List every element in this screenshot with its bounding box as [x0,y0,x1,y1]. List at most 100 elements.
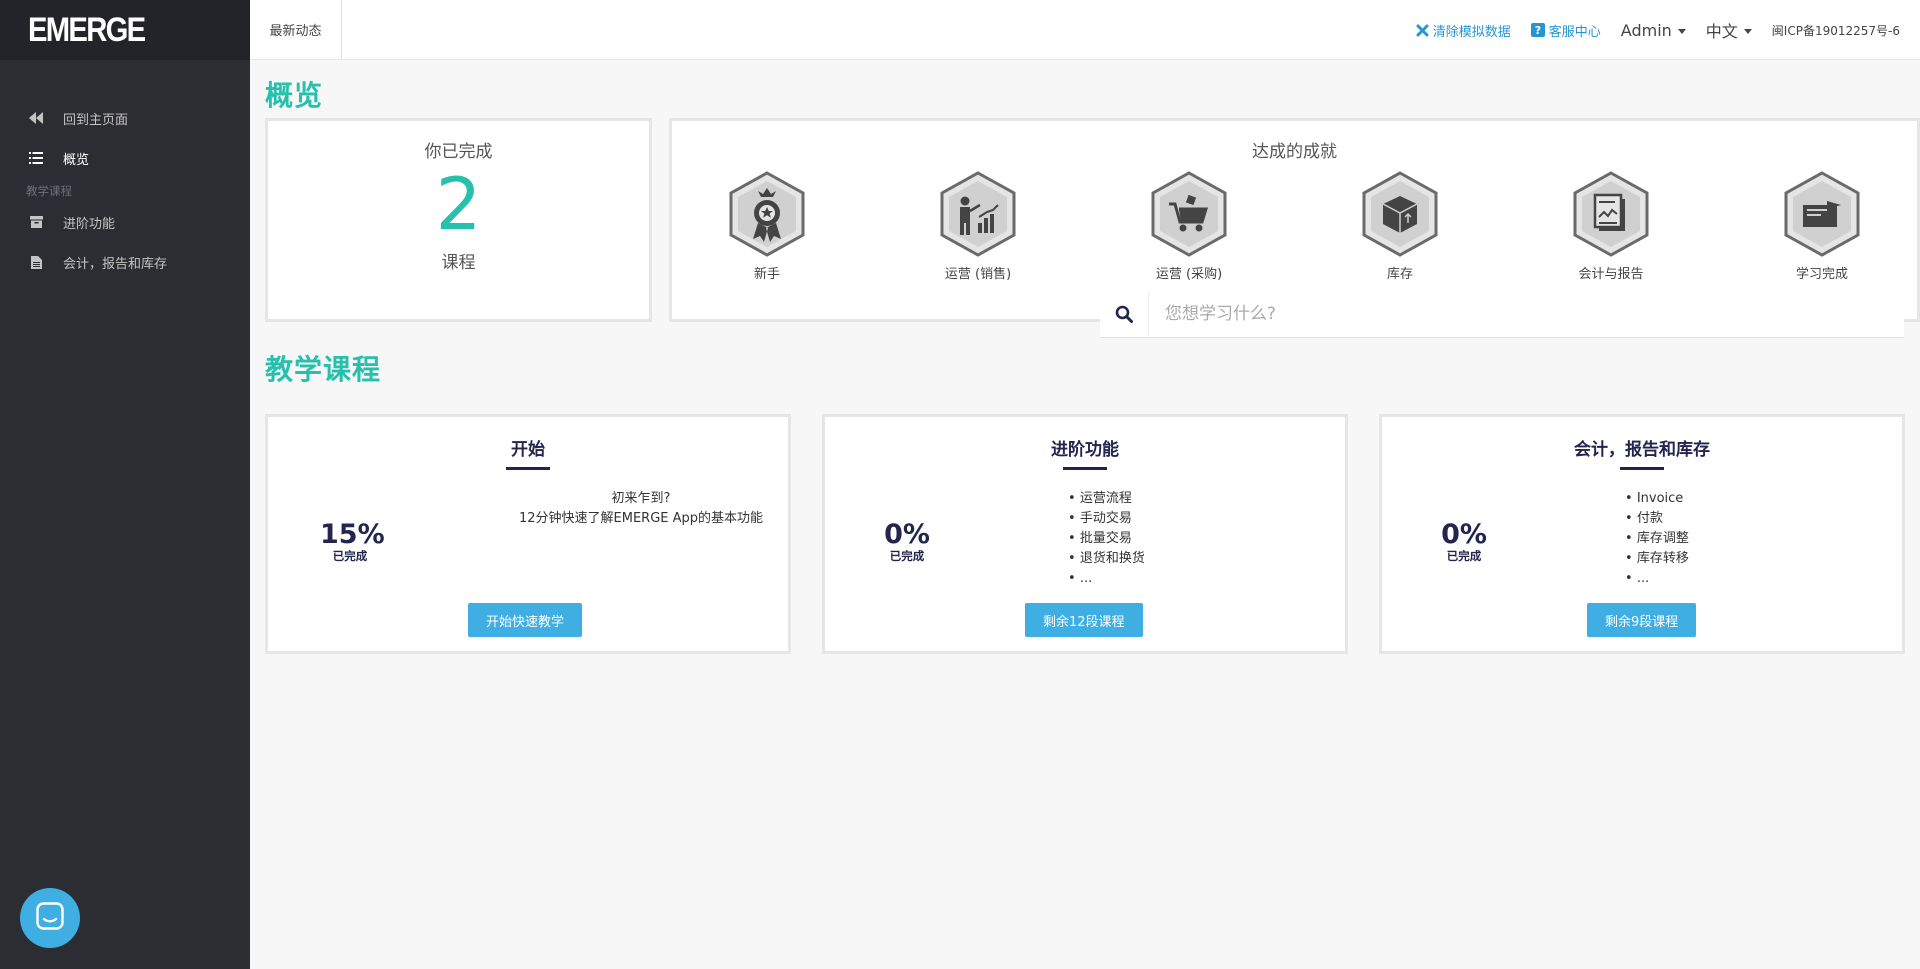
title-underline [1063,467,1107,470]
sidebar: EMERGE 回到主页面 概览 教学课程 进阶功能 会计，报告和库存 [0,0,250,969]
course-progress: 0% 已完成 [1434,521,1494,564]
completed-panel: 你已完成 2 课程 [265,118,652,322]
sales-presentation-icon [940,171,1016,257]
list-item: ... [1625,569,1689,589]
tab-news[interactable]: 最新动态 [250,0,342,59]
search-icon[interactable] [1100,305,1148,323]
list-item: Invoice [1625,489,1689,509]
sidebar-item-advanced[interactable]: 进阶功能 [0,202,250,242]
topbar: 最新动态 清除模拟数据 ? 客服中心 Admin 中文 闽ICP备1901225… [250,0,1920,60]
achievement-badge: 学习完成 [1747,171,1897,282]
course-progress: 0% 已完成 [877,521,937,564]
chevron-down-icon [1677,28,1686,34]
icp-license[interactable]: 闽ICP备19012257号-6 [1772,22,1900,39]
completed-unit: 课程 [441,253,476,273]
language-label: 中文 [1705,22,1738,41]
achievement-label: 库存 [1386,267,1413,282]
remaining-lessons-button[interactable]: 剩余12段课程 [1025,603,1143,637]
sidebar-item-label: 概览 [63,152,90,168]
file-icon [28,254,44,270]
completed-title: 你已完成 [424,142,493,162]
sidebar-item-overview[interactable]: 概览 [0,138,250,178]
remaining-lessons-button[interactable]: 剩余9段课程 [1587,603,1697,637]
user-name: Admin [1620,20,1672,40]
description-line: 初来乍到? [611,491,671,506]
list-item: ... [1068,569,1145,589]
sidebar-item-label: 进阶功能 [63,216,116,232]
sidebar-nav: 回到主页面 概览 教学课程 进阶功能 会计，报告和库存 [0,60,250,282]
completed-count: 2 [435,162,482,246]
progress-percent: 15% [320,519,385,550]
sidebar-item-label: 回到主页面 [63,112,129,128]
chat-icon [36,902,64,934]
backward-icon [28,110,44,126]
help-center-label: 客服中心 [1548,24,1601,40]
overview-heading: 概览 [265,79,324,112]
diploma-icon [1784,171,1860,257]
search-input[interactable] [1148,291,1904,336]
list-item: 付款 [1625,509,1689,529]
course-card-start: 开始 15% 已完成 初来乍到? 12分钟快速了解EMERGE App的基本功能… [265,414,791,654]
course-title: 会计，报告和库存 [1574,440,1710,460]
language-dropdown[interactable]: 中文 [1706,18,1752,42]
course-card-accounting: 会计，报告和库存 0% 已完成 Invoice 付款 库存调整 库存转移 ...… [1379,414,1905,654]
achievements-title: 达成的成就 [1252,142,1337,162]
logo[interactable]: EMERGE [0,0,250,60]
achievement-label: 会计与报告 [1578,267,1644,282]
report-icon [1573,171,1649,257]
clear-demo-data-link[interactable]: 清除模拟数据 [1416,21,1511,40]
course-title: 进阶功能 [1051,440,1119,460]
list-item: 退货和换货 [1068,549,1145,569]
course-topics: 运营流程 手动交易 批量交易 退货和换货 ... [1068,489,1145,589]
clear-demo-data-label: 清除模拟数据 [1432,24,1511,40]
achievements-row: 新手 运营 (销售) 运营 (采购) 库存 会计与报告 学习完成 [692,171,1897,282]
chat-launcher-button[interactable] [20,888,80,948]
sidebar-section-label: 教学课程 [26,184,72,198]
achievement-label: 运营 (采购) [1155,267,1223,282]
title-underline [1620,467,1664,470]
list-item: 库存转移 [1625,549,1689,569]
start-quick-tutorial-button[interactable]: 开始快速教学 [468,603,583,637]
archive-icon [28,214,44,230]
course-title: 开始 [511,440,545,460]
sidebar-item-home[interactable]: 回到主页面 [0,98,250,138]
course-card-advanced: 进阶功能 0% 已完成 运营流程 手动交易 批量交易 退货和换货 ... 剩余1… [822,414,1348,654]
help-center-link[interactable]: ? 客服中心 [1530,21,1601,40]
question-icon: ? [1530,23,1545,37]
progress-label: 已完成 [1446,549,1482,563]
list-item: 库存调整 [1625,529,1689,549]
medal-icon [729,171,805,257]
close-icon [1416,24,1429,37]
achievement-badge: 库存 [1325,171,1475,282]
title-underline [506,467,550,470]
progress-label: 已完成 [332,549,368,563]
course-topics: Invoice 付款 库存调整 库存转移 ... [1625,489,1689,589]
topbar-actions: 清除模拟数据 ? 客服中心 Admin 中文 闽ICP备19012257号-6 [1416,0,1920,60]
shopping-cart-icon [1151,171,1227,257]
logo-text: EMERGE [28,10,146,49]
list-item: 运营流程 [1068,489,1145,509]
box-icon [1362,171,1438,257]
course-description: 初来乍到? 12分钟快速了解EMERGE App的基本功能 [506,489,776,529]
description-line: 12分钟快速了解EMERGE App的基本功能 [518,511,764,526]
achievement-badge: 新手 [692,171,842,282]
achievement-label: 学习完成 [1795,267,1848,282]
courses-heading: 教学课程 [265,353,382,386]
course-progress: 15% 已完成 [320,519,385,564]
achievement-badge: 会计与报告 [1536,171,1686,282]
course-search [1100,290,1904,338]
list-item: 批量交易 [1068,529,1145,549]
sidebar-item-accounting[interactable]: 会计，报告和库存 [0,242,250,282]
achievement-label: 运营 (销售) [944,267,1012,282]
svg-text:?: ? [1535,24,1541,37]
progress-percent: 0% [1441,519,1487,550]
chevron-down-icon [1743,28,1752,34]
user-dropdown[interactable]: Admin [1621,21,1686,40]
achievement-label: 新手 [753,267,780,282]
list-item: 手动交易 [1068,509,1145,529]
progress-percent: 0% [884,519,930,550]
achievement-badge: 运营 (采购) [1114,171,1264,282]
progress-label: 已完成 [889,549,925,563]
sidebar-item-label: 会计，报告和库存 [63,256,168,272]
achievement-badge: 运营 (销售) [903,171,1053,282]
